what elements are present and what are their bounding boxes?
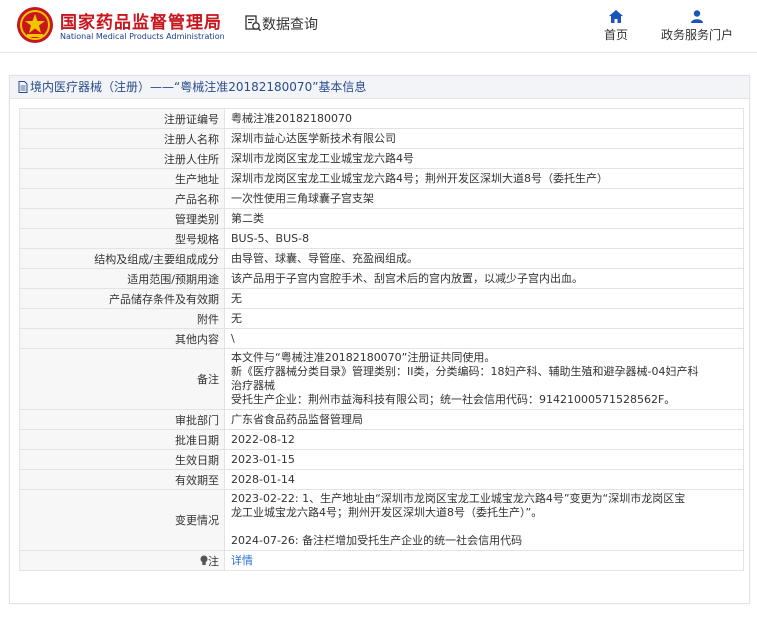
table-row: 产品储存条件及有效期 无 — [19, 288, 744, 309]
remark-line: 本文件与“粤械注准20182180070”注册证共同使用。 — [231, 351, 496, 364]
row-value: 粤械注准20182180070 — [224, 108, 744, 129]
table-row: 注册证编号 粤械注准20182180070 — [19, 108, 744, 129]
panel-title: 境内医疗器械（注册）——“粤械注准20182180070”基本信息 — [10, 76, 749, 99]
remark-line: 治疗器械 — [231, 379, 275, 392]
site-header: 国家药品监督管理局 National Medical Products Admi… — [0, 0, 757, 53]
row-label: 审批部门 — [19, 409, 225, 430]
row-value-changes: 2023-02-22: 1、生产地址由“深圳市龙岗区宝龙工业城宝龙六路4号”变更… — [224, 489, 744, 551]
row-value: 2022-08-12 — [224, 429, 744, 450]
basic-info-panel: 境内医疗器械（注册）——“粤械注准20182180070”基本信息 注册证编号 … — [9, 75, 750, 604]
user-icon — [691, 10, 703, 23]
row-label: 注册证编号 — [19, 108, 225, 129]
note-label: 注 — [208, 554, 219, 568]
row-label: 有效期至 — [19, 469, 225, 490]
row-label: 生产地址 — [19, 168, 225, 189]
nav-gov-service[interactable]: 政务服务门户 — [661, 10, 733, 43]
table-row: 有效期至 2028-01-14 — [19, 469, 744, 490]
info-table: 注册证编号 粤械注准20182180070 注册人名称 深圳市益心达医学新技术有… — [19, 108, 744, 571]
row-label: 批准日期 — [19, 429, 225, 450]
row-label: 备注 — [19, 348, 225, 410]
change-line — [231, 520, 737, 534]
table-row: 变更情况 2023-02-22: 1、生产地址由“深圳市龙岗区宝龙工业城宝龙六路… — [19, 489, 744, 551]
row-label: 管理类别 — [19, 208, 225, 229]
data-query-link[interactable]: 数据查询 — [245, 14, 318, 34]
nav-home[interactable]: 首页 — [604, 10, 628, 43]
table-row: 型号规格 BUS-5、BUS-8 — [19, 228, 744, 249]
remark-line: 受托生产企业：荆州市益海科技有限公司；统一社会信用代码：914210005715… — [231, 393, 676, 406]
home-icon — [609, 10, 623, 23]
row-value: \ — [224, 328, 744, 349]
row-label: 产品储存条件及有效期 — [19, 288, 225, 309]
table-row: 产品名称 一次性使用三角球囊子宫支架 — [19, 188, 744, 209]
table-row: 附件 无 — [19, 308, 744, 329]
table-row: 审批部门 广东省食品药品监督管理局 — [19, 409, 744, 430]
details-link[interactable]: 详情 — [231, 554, 253, 567]
table-row: 其他内容 \ — [19, 328, 744, 349]
change-line: 2023-02-22: 1、生产地址由“深圳市龙岗区宝龙工业城宝龙六路4号”变更… — [231, 492, 686, 505]
nav-home-label: 首页 — [604, 28, 629, 42]
table-row: 结构及组成/主要组成成分 由导管、球囊、导管座、充盈阀组成。 — [19, 248, 744, 269]
brand-name-en: National Medical Products Administration — [60, 32, 225, 41]
panel-title-text: 境内医疗器械（注册）——“粤械注准20182180070”基本信息 — [30, 80, 367, 94]
row-value: 无 — [224, 288, 744, 309]
note-label-cell: 注 — [19, 550, 225, 571]
lightbulb-icon — [200, 555, 208, 565]
change-line: 2024-07-26: 备注栏增加受托生产企业的统一社会信用代码 — [231, 534, 523, 547]
national-emblem-icon — [17, 7, 53, 43]
table-row: 备注 本文件与“粤械注准20182180070”注册证共同使用。 新《医疗器械分… — [19, 348, 744, 410]
change-line: 龙工业城宝龙六路4号；荆州开发区深圳大道8号（委托生产）”。 — [231, 506, 543, 519]
row-value: 深圳市龙岗区宝龙工业城宝龙六路4号；荆州开发区深圳大道8号（委托生产） — [224, 168, 744, 189]
table-row: 生效日期 2023-01-15 — [19, 449, 744, 470]
row-value: 2023-01-15 — [224, 449, 744, 470]
data-query-icon — [245, 15, 262, 32]
row-label: 结构及组成/主要组成成分 — [19, 248, 225, 269]
row-value: 无 — [224, 308, 744, 329]
remark-line: 新《医疗器械分类目录》管理类别：II类，分类编码：18妇产科、辅助生殖和避孕器械… — [231, 365, 699, 378]
document-icon — [18, 81, 28, 93]
row-label: 型号规格 — [19, 228, 225, 249]
row-value: 深圳市龙岗区宝龙工业城宝龙六路4号 — [224, 148, 744, 169]
row-label: 产品名称 — [19, 188, 225, 209]
row-label: 注册人名称 — [19, 128, 225, 149]
table-row: 管理类别 第二类 — [19, 208, 744, 229]
brand-name-cn: 国家药品监督管理局 — [60, 13, 222, 33]
row-value: 一次性使用三角球囊子宫支架 — [224, 188, 744, 209]
row-value: 广东省食品药品监督管理局 — [224, 409, 744, 430]
row-label: 附件 — [19, 308, 225, 329]
table-row: 生产地址 深圳市龙岗区宝龙工业城宝龙六路4号；荆州开发区深圳大道8号（委托生产） — [19, 168, 744, 189]
row-value: 由导管、球囊、导管座、充盈阀组成。 — [224, 248, 744, 269]
row-value: 2028-01-14 — [224, 469, 744, 490]
row-value: 深圳市益心达医学新技术有限公司 — [224, 128, 744, 149]
table-row: 注册人住所 深圳市龙岗区宝龙工业城宝龙六路4号 — [19, 148, 744, 169]
row-label: 生效日期 — [19, 449, 225, 470]
row-value: 该产品用于子宫内宫腔手术、刮宫术后的宫内放置，以减少子宫内出血。 — [224, 268, 744, 289]
table-row: 注 详情 — [19, 550, 744, 571]
data-query-label: 数据查询 — [262, 17, 318, 33]
row-label: 注册人住所 — [19, 148, 225, 169]
table-row: 批准日期 2022-08-12 — [19, 429, 744, 450]
row-label: 适用范围/预期用途 — [19, 268, 225, 289]
table-row: 注册人名称 深圳市益心达医学新技术有限公司 — [19, 128, 744, 149]
row-label: 变更情况 — [19, 489, 225, 551]
note-value: 详情 — [224, 550, 744, 571]
row-value: BUS-5、BUS-8 — [224, 228, 744, 249]
row-value: 第二类 — [224, 208, 744, 229]
row-value-remarks: 本文件与“粤械注准20182180070”注册证共同使用。 新《医疗器械分类目录… — [224, 348, 744, 410]
nav-gov-service-label: 政务服务门户 — [661, 28, 734, 42]
table-row: 适用范围/预期用途 该产品用于子宫内宫腔手术、刮宫术后的宫内放置，以减少子宫内出… — [19, 268, 744, 289]
row-label: 其他内容 — [19, 328, 225, 349]
